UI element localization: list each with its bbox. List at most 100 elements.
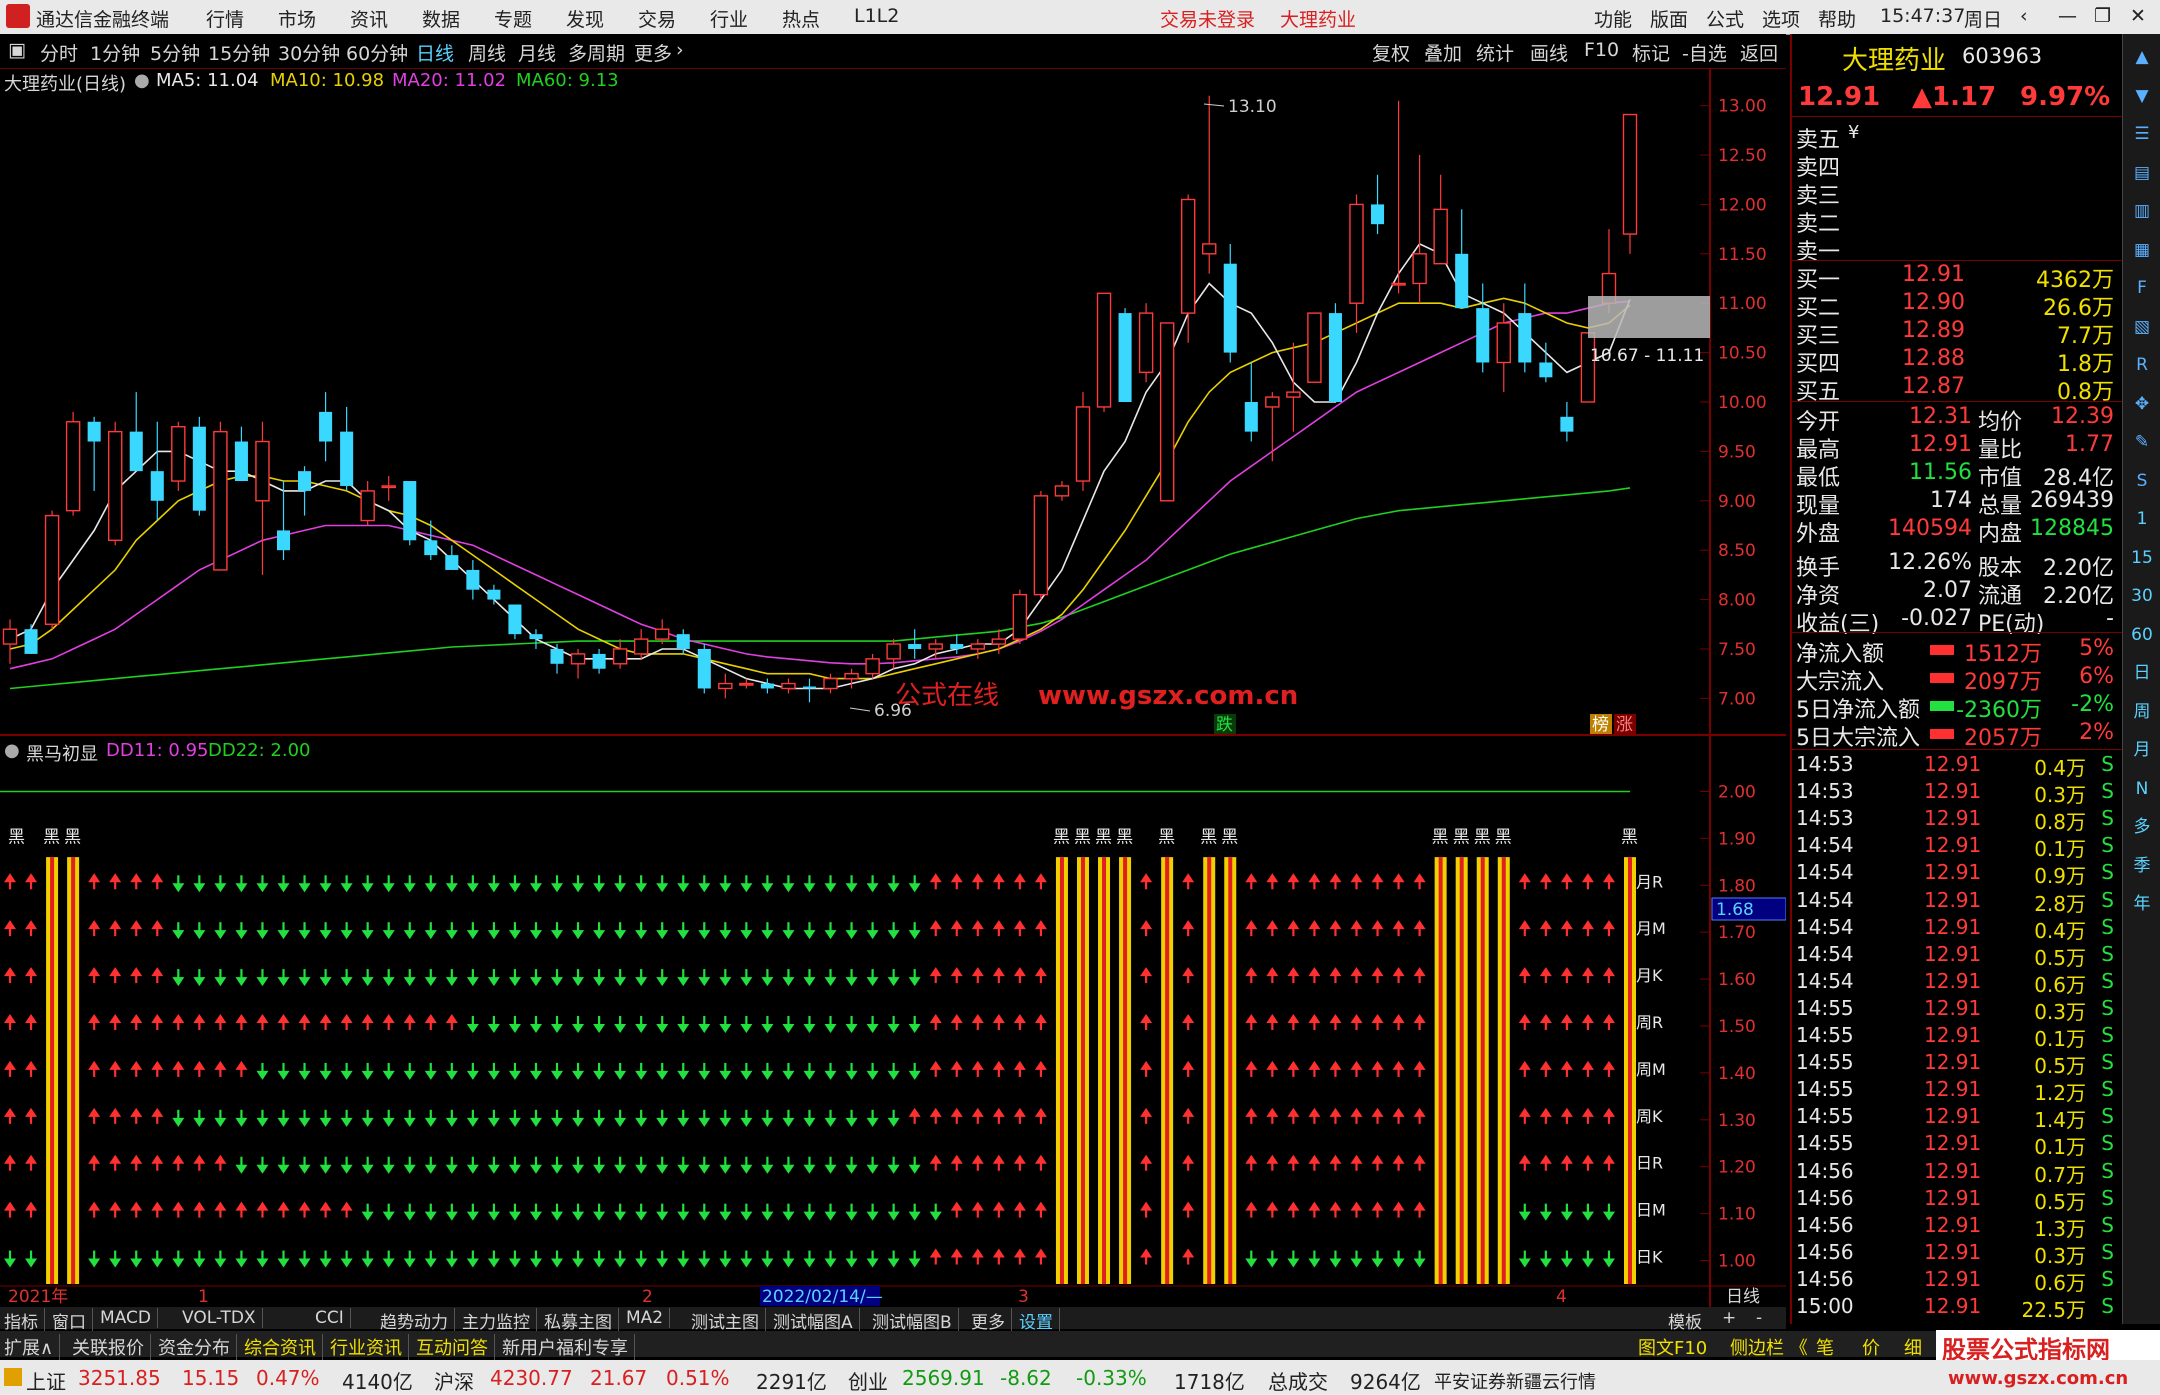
- restore-icon[interactable]: ❐: [2094, 5, 2111, 27]
- add-tab-icon[interactable]: +: [1722, 1308, 1736, 1328]
- tag-rank[interactable]: 榜: [1592, 715, 1609, 735]
- sz-label[interactable]: 沪深: [434, 1366, 474, 1395]
- info-tab-4[interactable]: 行业资讯: [330, 1334, 409, 1360]
- back-icon[interactable]: ‹: [2020, 5, 2028, 27]
- indicator-tab-5[interactable]: 趋势动力: [380, 1308, 455, 1333]
- template-button[interactable]: 模板: [1668, 1308, 1702, 1333]
- close-icon[interactable]: ✕: [2130, 5, 2146, 27]
- tool-icon[interactable]: ✥: [2127, 389, 2157, 419]
- down-icon[interactable]: ▼: [2127, 81, 2157, 111]
- minimize-icon[interactable]: —: [2058, 5, 2077, 27]
- period-shortcut-21[interactable]: 季: [2127, 851, 2157, 881]
- indicator-tab-13[interactable]: 设置: [1019, 1308, 1060, 1333]
- panel-tab-1[interactable]: 侧边栏 《: [1730, 1334, 1808, 1360]
- sh-label[interactable]: 上证: [26, 1366, 66, 1395]
- rsi-icon[interactable]: R: [2127, 350, 2157, 380]
- period-30min[interactable]: 30分钟: [278, 39, 340, 66]
- tag-down[interactable]: 跌: [1216, 715, 1233, 735]
- menu-hot[interactable]: 热点: [782, 5, 820, 32]
- info-tab-1[interactable]: 关联报价: [72, 1334, 151, 1360]
- indicator-tab-9[interactable]: 测试主图: [691, 1308, 766, 1333]
- indicator-tab-2[interactable]: MACD: [100, 1308, 158, 1328]
- menu-quote[interactable]: 行情: [206, 5, 244, 32]
- indicator-tab-3[interactable]: VOL-TDX: [182, 1308, 263, 1328]
- menu-data[interactable]: 数据: [422, 5, 460, 32]
- action-back[interactable]: 返回: [1740, 39, 1778, 66]
- action-watchlist[interactable]: -自选: [1682, 39, 1727, 66]
- indicator-tab-1[interactable]: 窗口: [52, 1308, 93, 1333]
- info-tab-0[interactable]: 扩展∧: [4, 1334, 61, 1360]
- panel-tab-2[interactable]: 笔: [1816, 1334, 1834, 1360]
- info-tab-3[interactable]: 综合资讯: [244, 1334, 323, 1360]
- menu-discover[interactable]: 发现: [566, 5, 604, 32]
- indicator-tab-7[interactable]: 私募主图: [544, 1308, 619, 1333]
- kline-chart[interactable]: 13.0012.5012.0011.5011.0010.5010.009.509…: [0, 68, 1786, 1307]
- indicator-tab-0[interactable]: 指标: [4, 1308, 45, 1333]
- menu-help[interactable]: 帮助: [1818, 5, 1856, 32]
- remove-tab-icon[interactable]: -: [1756, 1308, 1762, 1328]
- action-adjust[interactable]: 复权: [1372, 39, 1410, 66]
- period-shortcut-13[interactable]: 15: [2127, 543, 2157, 573]
- period-shortcut-22[interactable]: 年: [2127, 889, 2157, 919]
- indicator-tab-6[interactable]: 主力监控: [462, 1308, 537, 1333]
- period-60min[interactable]: 60分钟: [346, 39, 408, 66]
- list-icon[interactable]: ☰: [2127, 119, 2157, 149]
- indicator-tab-8[interactable]: MA2: [626, 1308, 671, 1328]
- period-shortcut-19[interactable]: N: [2127, 774, 2157, 804]
- grid-icon[interactable]: ▧: [2127, 312, 2157, 342]
- menu-function[interactable]: 功能: [1594, 5, 1632, 32]
- news-icon[interactable]: ▥: [2127, 196, 2157, 226]
- login-status[interactable]: 交易未登录: [1160, 5, 1255, 32]
- action-overlay[interactable]: 叠加: [1424, 39, 1462, 66]
- period-shortcut-12[interactable]: 1: [2127, 504, 2157, 534]
- period-tick[interactable]: 分时: [40, 39, 78, 66]
- indicator-toggle-icon[interactable]: ●: [4, 740, 20, 761]
- period-shortcut-17[interactable]: 周: [2127, 697, 2157, 727]
- period-week[interactable]: 周线: [468, 39, 506, 66]
- period-day[interactable]: 日线: [416, 39, 454, 66]
- indicator-name[interactable]: 黑马初显: [26, 740, 98, 766]
- period-more[interactable]: 更多: [634, 39, 672, 66]
- f10-icon[interactable]: F: [2127, 273, 2157, 303]
- period-shortcut-14[interactable]: 30: [2127, 581, 2157, 611]
- menu-formula[interactable]: 公式: [1706, 5, 1744, 32]
- period-month[interactable]: 月线: [518, 39, 556, 66]
- period-shortcut-20[interactable]: 多: [2127, 812, 2157, 842]
- chart-icon[interactable]: ▤: [2127, 158, 2157, 188]
- fund-icon[interactable]: ▦: [2127, 235, 2157, 265]
- indicator-tab-10[interactable]: 测试幅图A: [773, 1308, 860, 1333]
- action-f10[interactable]: F10: [1584, 39, 1619, 61]
- period-multi[interactable]: 多周期: [568, 39, 625, 66]
- panel-tab-0[interactable]: 图文F10: [1638, 1334, 1707, 1360]
- period-1min[interactable]: 1分钟: [90, 39, 140, 66]
- menu-l1l2[interactable]: L1L2: [854, 5, 899, 27]
- info-tab-2[interactable]: 资金分布: [158, 1334, 237, 1360]
- toolbar-toggle-icon[interactable]: ▣: [8, 39, 26, 61]
- server-name[interactable]: 平安证券新疆云行情: [1434, 1368, 1596, 1394]
- up-icon[interactable]: ▲: [2127, 42, 2157, 72]
- period-shortcut-18[interactable]: 月: [2127, 735, 2157, 765]
- menu-info[interactable]: 资讯: [350, 5, 388, 32]
- action-draw[interactable]: 画线: [1530, 39, 1568, 66]
- menu-industry[interactable]: 行业: [710, 5, 748, 32]
- menu-market[interactable]: 市场: [278, 5, 316, 32]
- cy-label[interactable]: 创业: [848, 1366, 888, 1395]
- period-15min[interactable]: 15分钟: [208, 39, 270, 66]
- info-tab-6[interactable]: 新用户福利专享: [502, 1334, 635, 1360]
- indicator-tab-4[interactable]: CCI: [315, 1308, 351, 1328]
- menu-layout[interactable]: 版面: [1650, 5, 1688, 32]
- period-5min[interactable]: 5分钟: [150, 39, 200, 66]
- info-tab-5[interactable]: 互动问答: [416, 1334, 495, 1360]
- fs-icon[interactable]: S: [2127, 466, 2157, 496]
- more-chevron-icon[interactable]: ›: [676, 39, 684, 61]
- menu-topic[interactable]: 专题: [494, 5, 532, 32]
- panel-tab-3[interactable]: 价: [1862, 1334, 1880, 1360]
- indicator-tab-11[interactable]: 测试幅图B: [872, 1308, 959, 1333]
- period-shortcut-15[interactable]: 60: [2127, 620, 2157, 650]
- action-stats[interactable]: 统计: [1476, 39, 1514, 66]
- panel-tab-4[interactable]: 细: [1904, 1334, 1922, 1360]
- action-mark[interactable]: 标记: [1632, 39, 1670, 66]
- pen-icon[interactable]: ✎: [2127, 427, 2157, 457]
- indicator-tab-12[interactable]: 更多: [971, 1308, 1012, 1333]
- menu-options[interactable]: 选项: [1762, 5, 1800, 32]
